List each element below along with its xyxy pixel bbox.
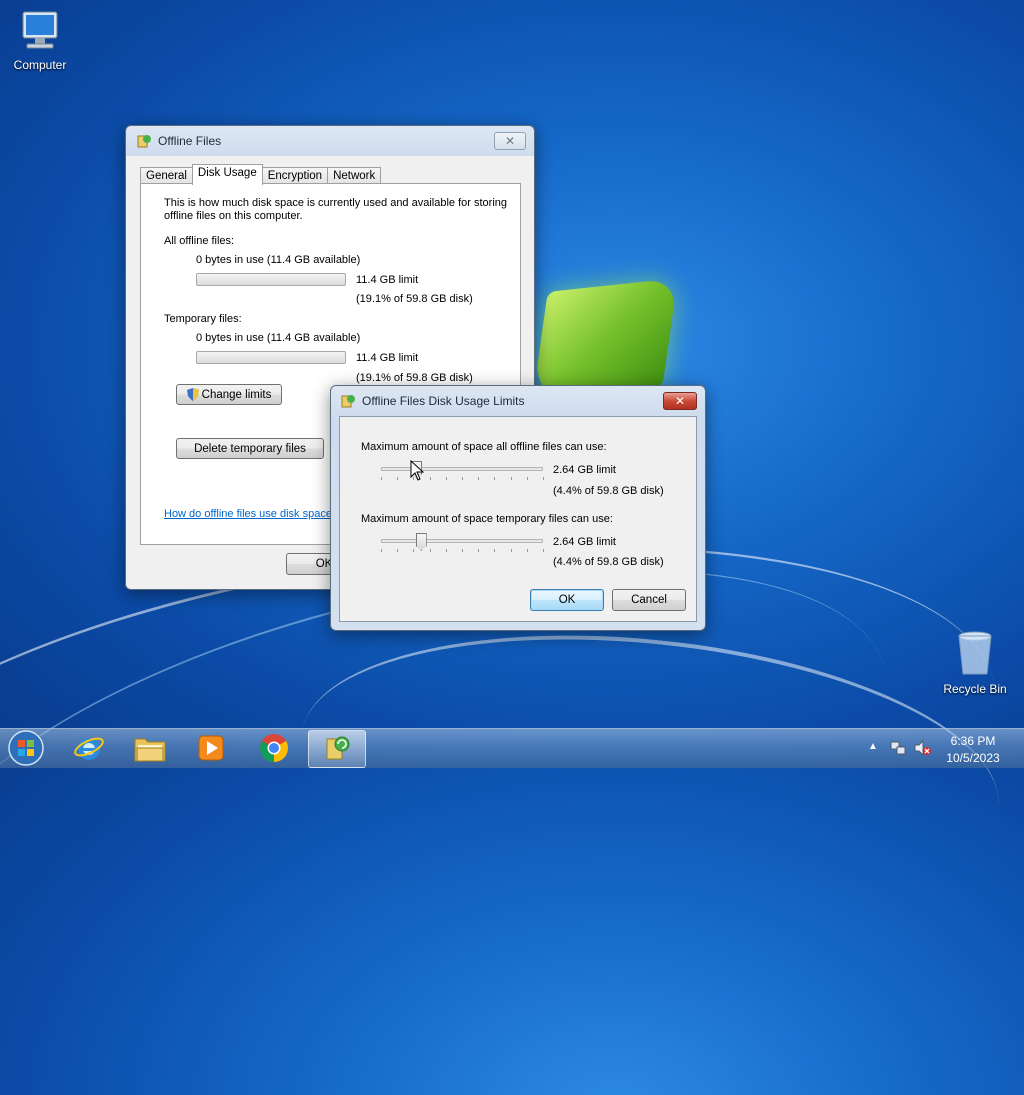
slider-tick — [445, 549, 447, 552]
all-files-max-label: Maximum amount of space all offline file… — [361, 441, 607, 453]
slider-tick — [381, 477, 382, 480]
slider-tick — [478, 477, 480, 480]
slider-tick — [397, 549, 399, 552]
all-files-percent: (19.1% of 59.8 GB disk) — [356, 293, 473, 305]
offline-files-taskbar-icon — [322, 733, 352, 766]
all-files-slider-track[interactable] — [381, 467, 543, 471]
taskbar-file-explorer[interactable] — [121, 730, 179, 768]
close-icon: ✕ — [674, 394, 686, 408]
internet-explorer-icon — [73, 732, 105, 767]
windows-logo-flag — [532, 278, 678, 402]
slider-tick — [397, 477, 399, 480]
all-files-max-limit: 2.64 GB limit — [553, 464, 616, 476]
close-icon: ✕ — [504, 134, 516, 148]
temp-files-max-percent: (4.4% of 59.8 GB disk) — [553, 556, 664, 568]
desktop-icon-label: Recycle Bin — [943, 682, 1007, 696]
temp-files-max-limit: 2.64 GB limit — [553, 536, 616, 548]
tray-overflow-chevron-icon[interactable]: ▲ — [868, 741, 878, 752]
temp-files-slider-thumb[interactable] — [415, 533, 427, 551]
offline-files-icon — [136, 133, 152, 149]
uac-shield-icon — [186, 388, 199, 401]
media-player-icon — [196, 733, 226, 766]
slider-tick — [462, 477, 463, 480]
temp-files-percent: (19.1% of 59.8 GB disk) — [356, 372, 473, 384]
computer-icon — [17, 10, 63, 54]
volume-muted-icon[interactable] — [914, 739, 932, 759]
slider-tick — [510, 477, 512, 480]
all-files-progress-bar — [196, 273, 346, 286]
temp-files-heading: Temporary files: — [164, 313, 242, 325]
slider-tick — [510, 549, 512, 552]
slider-tick — [445, 477, 447, 480]
taskbar-offline-files[interactable] — [308, 730, 366, 768]
dialog-client-area: Maximum amount of space all offline file… — [339, 416, 697, 622]
clock-time[interactable]: 6:36 PM — [938, 734, 1008, 748]
recycle-bin-icon — [955, 630, 995, 678]
all-files-limit: 11.4 GB limit — [356, 274, 419, 286]
slider-tick — [494, 549, 496, 552]
clock-date[interactable]: 10/5/2023 — [938, 751, 1008, 765]
slider-tick — [462, 549, 463, 552]
folder-icon — [133, 733, 167, 766]
slider-tick — [526, 477, 528, 480]
temp-files-limit: 11.4 GB limit — [356, 352, 419, 364]
dialog-title: Offline Files Disk Usage Limits — [362, 394, 525, 408]
slider-tick — [494, 477, 496, 480]
taskbar-chrome[interactable] — [245, 730, 303, 768]
close-button[interactable]: ✕ — [494, 132, 526, 150]
intro-text-line1: This is how much disk space is currently… — [164, 197, 507, 209]
change-limits-button[interactable]: Change limits — [176, 384, 282, 405]
desktop-icon-label: Computer — [13, 58, 67, 72]
slider-tick — [526, 549, 528, 552]
change-limits-label: Change limits — [201, 388, 272, 401]
slider-tick — [543, 477, 544, 480]
window-titlebar[interactable]: Offline Files — [126, 126, 534, 156]
taskbar-media-player[interactable] — [182, 730, 240, 768]
temp-files-max-label: Maximum amount of space temporary files … — [361, 513, 613, 525]
background-swoosh — [288, 604, 1012, 936]
intro-text-line2: offline files on this computer. — [164, 210, 303, 222]
tab-strip: General Disk Usage Encryption Network — [140, 164, 382, 185]
disk-usage-limits-dialog: Offline Files Disk Usage Limits ✕ Maximu… — [330, 385, 706, 631]
slider-tick — [429, 549, 431, 552]
all-files-usage: 0 bytes in use (11.4 GB available) — [196, 254, 361, 266]
slider-tick — [478, 549, 480, 552]
windows-start-icon — [7, 729, 45, 770]
slider-tick — [381, 549, 382, 552]
desktop-icon-computer[interactable]: Computer — [0, 10, 80, 72]
temp-files-progress-bar — [196, 351, 346, 364]
dialog-ok-button[interactable]: OK — [530, 589, 604, 611]
all-files-heading: All offline files: — [164, 235, 235, 247]
slider-tick — [429, 477, 431, 480]
taskbar: ▲ 6:36 PM 10/5/2023 — [0, 728, 1024, 768]
slider-tick — [543, 549, 544, 552]
temp-files-usage: 0 bytes in use (11.4 GB available) — [196, 332, 361, 344]
window-title: Offline Files — [158, 134, 222, 148]
chrome-icon — [258, 732, 290, 767]
delete-temporary-files-button[interactable]: Delete temporary files — [176, 438, 324, 459]
network-icon[interactable] — [890, 740, 906, 759]
help-link[interactable]: How do offline files use disk space? — [164, 508, 338, 520]
desktop-icon-recycle-bin[interactable]: Recycle Bin — [935, 630, 1015, 696]
dialog-close-button[interactable]: ✕ — [663, 392, 697, 410]
slider-tick — [413, 549, 415, 552]
temp-files-slider-track[interactable] — [381, 539, 543, 543]
dialog-cancel-button[interactable]: Cancel — [612, 589, 686, 611]
taskbar-internet-explorer[interactable] — [60, 730, 118, 768]
offline-files-icon — [340, 393, 356, 409]
tab-disk-usage[interactable]: Disk Usage — [191, 164, 263, 185]
start-button[interactable] — [0, 729, 52, 770]
dialog-titlebar[interactable]: Offline Files Disk Usage Limits — [331, 386, 705, 416]
all-files-max-percent: (4.4% of 59.8 GB disk) — [553, 485, 664, 497]
mouse-cursor-icon — [410, 459, 425, 484]
